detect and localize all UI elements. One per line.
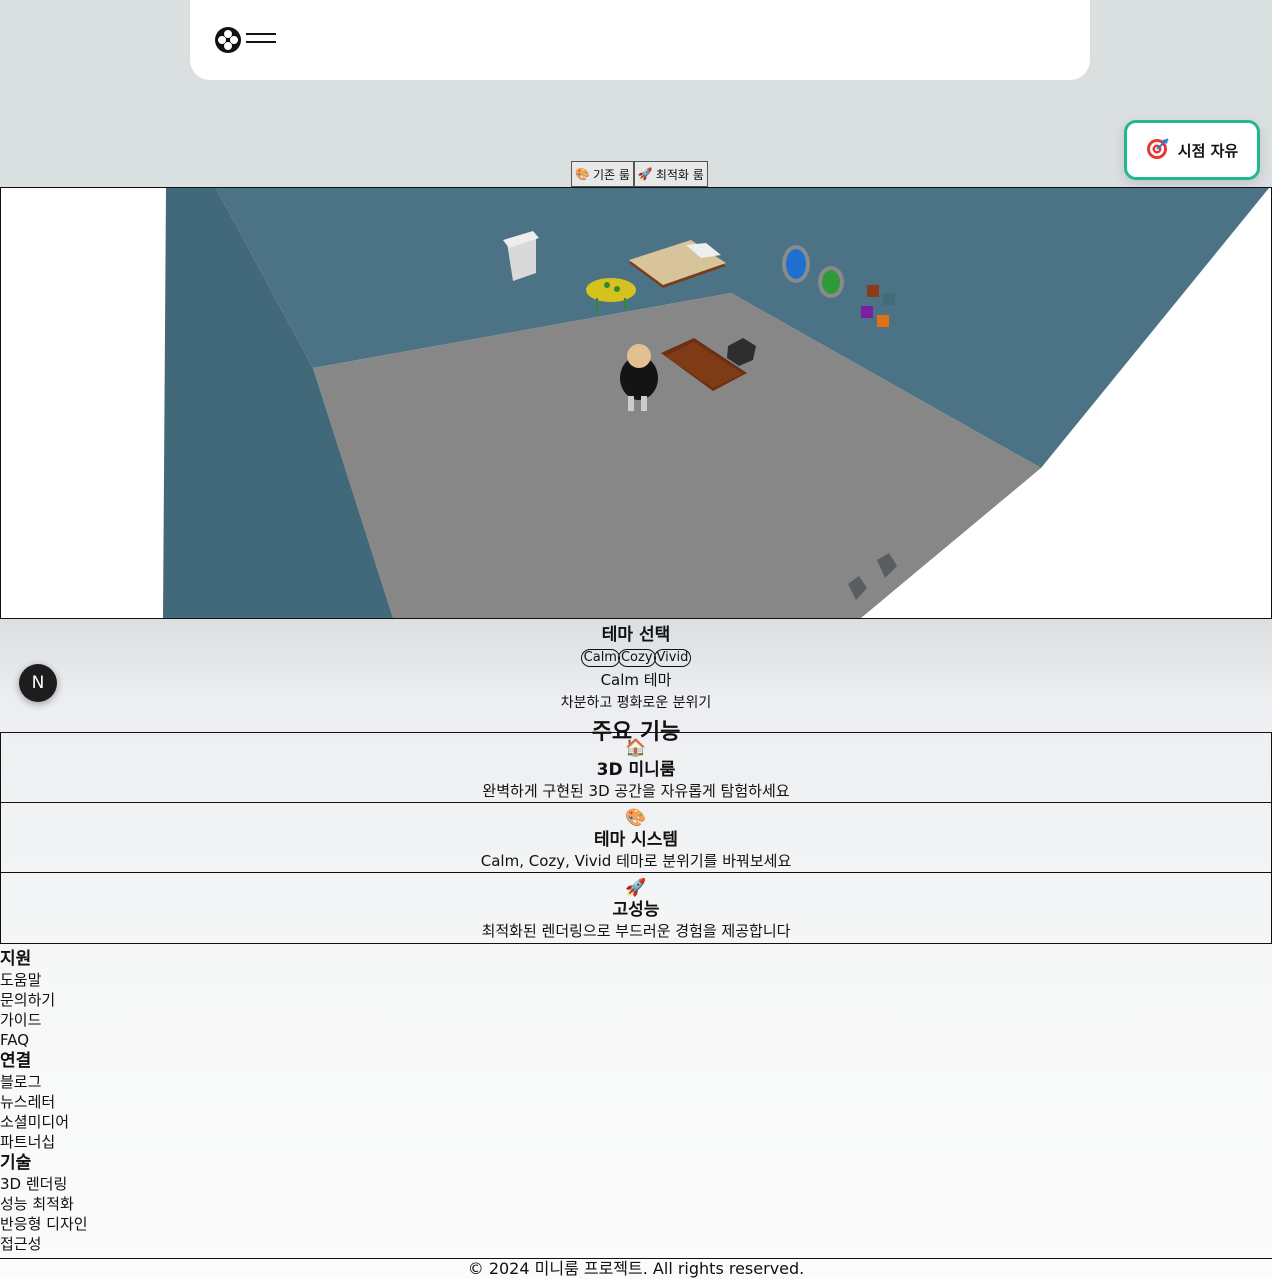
footer-link-contact[interactable]: 문의하기: [0, 990, 88, 1010]
footer-link-3d-rendering[interactable]: 3D 렌더링: [0, 1174, 88, 1194]
classic-room-button[interactable]: 🎨 기존 룸: [571, 161, 634, 187]
menu-icon[interactable]: [246, 33, 276, 47]
footer-link-social[interactable]: 소셜미디어: [0, 1112, 88, 1132]
free-view-label: 시점 자유: [1177, 141, 1239, 160]
theme-option-vivid[interactable]: Vivid: [653, 649, 692, 667]
palette-icon: 🎨: [575, 167, 590, 181]
footer-link-blog[interactable]: 블로그: [0, 1072, 88, 1092]
feature-title: 고성능: [612, 900, 660, 920]
footer-section-title: 지원: [0, 949, 32, 969]
current-theme-desc: 차분하고 평화로운 분위기: [560, 695, 712, 711]
footer-links: 지원 도움말 문의하기 가이드 FAQ 연결 블로그 뉴스레터 소셜미디어 파트…: [0, 948, 88, 1254]
rocket-icon: 🚀: [625, 878, 647, 898]
top-navigation-bar: [190, 0, 1090, 80]
optimized-room-button[interactable]: 🚀 최적화 룸: [633, 161, 708, 187]
footer-section-title: 기술: [0, 1153, 32, 1173]
copyright: © 2024 미니룸 프로젝트. All rights reserved.: [0, 1258, 1272, 1279]
footer-link-partnership[interactable]: 파트너십: [0, 1132, 88, 1152]
footer-link-responsive[interactable]: 반응형 디자인: [0, 1214, 88, 1234]
footer-link-newsletter[interactable]: 뉴스레터: [0, 1092, 88, 1112]
optimized-room-label: 최적화 룸: [655, 167, 704, 182]
footer-link-accessibility[interactable]: 접근성: [0, 1234, 88, 1254]
room-switch: 🎨 기존 룸 🚀 최적화 룸: [571, 161, 708, 187]
theme-section: 테마 선택 Calm Cozy Vivid Calm 테마 차분하고 평화로운 …: [0, 618, 1272, 746]
feature-card: 🏠 3D 미니룸 완벽하게 구현된 3D 공간을 자유롭게 탐험하세요: [0, 732, 1272, 802]
feature-desc: Calm, Cozy, Vivid 테마로 분위기를 바꿔보세요: [480, 852, 792, 870]
footer-link-help[interactable]: 도움말: [0, 970, 88, 990]
feature-desc: 완벽하게 구현된 3D 공간을 자유롭게 탐험하세요: [482, 782, 790, 800]
footer-section-title: 연결: [0, 1051, 32, 1071]
house-icon: 🏠: [625, 738, 647, 758]
film-reel-icon[interactable]: [214, 26, 242, 54]
target-icon: [1146, 136, 1170, 164]
palette-icon: 🎨: [625, 808, 647, 828]
theme-option-cozy[interactable]: Cozy: [617, 649, 656, 667]
footer-link-performance[interactable]: 성능 최적화: [0, 1194, 88, 1214]
feature-title: 3D 미니룸: [596, 760, 676, 780]
current-theme-name: Calm 테마: [600, 671, 672, 689]
floating-n-button[interactable]: N: [19, 664, 57, 702]
feature-title: 테마 시스템: [593, 830, 679, 850]
footer-link-faq[interactable]: FAQ: [0, 1030, 88, 1050]
rocket-icon: 🚀: [637, 167, 653, 181]
feature-card: 🚀 고성능 최적화된 렌더링으로 부드러운 경험을 제공합니다: [0, 872, 1272, 944]
theme-options: Calm Cozy Vivid: [0, 649, 1272, 667]
feature-card: 🎨 테마 시스템 Calm, Cozy, Vivid 테마로 분위기를 바꿔보세…: [0, 802, 1272, 872]
classic-room-label: 기존 룸: [592, 167, 630, 182]
theme-option-calm[interactable]: Calm: [580, 649, 620, 667]
theme-title: 테마 선택: [601, 625, 671, 645]
3d-room-canvas[interactable]: [0, 187, 1272, 619]
features-list: 🏠 3D 미니룸 완벽하게 구현된 3D 공간을 자유롭게 탐험하세요 🎨 테마…: [0, 732, 1272, 944]
free-view-button[interactable]: 시점 자유: [1124, 120, 1260, 180]
footer-link-guide[interactable]: 가이드: [0, 1010, 88, 1030]
feature-desc: 최적화된 렌더링으로 부드러운 경험을 제공합니다: [481, 922, 791, 940]
